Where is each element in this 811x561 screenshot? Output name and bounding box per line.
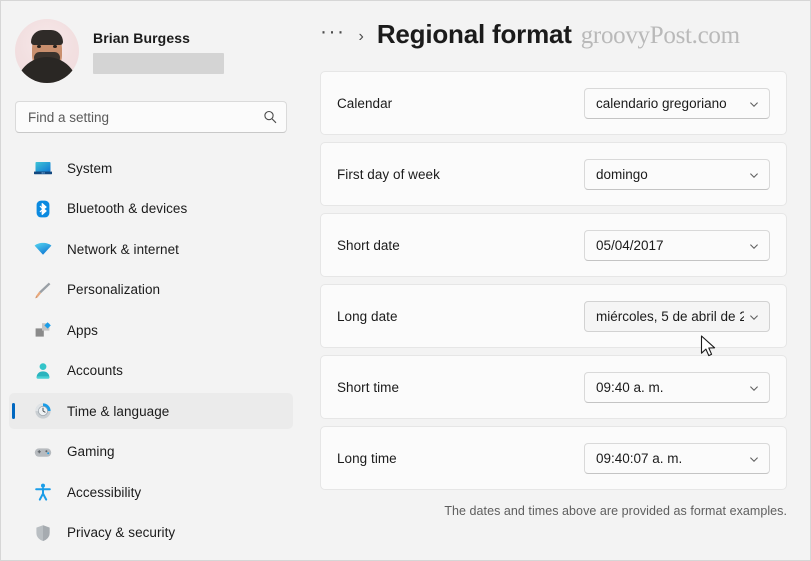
calendar-dropdown[interactable]: calendario gregoriano — [584, 87, 770, 119]
sidebar-item-privacy-security[interactable]: Privacy & security — [9, 515, 293, 551]
main-content: ··· › Regional format groovyPost.com Cal… — [301, 1, 810, 560]
sidebar-nav: System Bluetooth & devices Network & int… — [1, 150, 301, 551]
accessibility-icon — [33, 482, 53, 502]
sidebar: Brian Burgess Find a setting System Blue… — [1, 1, 301, 560]
breadcrumb: ··· › Regional format groovyPost.com — [320, 1, 787, 71]
sidebar-item-label: Accounts — [67, 363, 123, 378]
sidebar-item-gaming[interactable]: Gaming — [9, 434, 293, 470]
page-title: Regional format — [376, 19, 572, 49]
sidebar-item-bluetooth-devices[interactable]: Bluetooth & devices — [9, 191, 293, 227]
chevron-right-icon: › — [358, 28, 364, 45]
setting-label: Calendar — [337, 95, 393, 111]
site-watermark: groovyPost.com — [580, 22, 740, 49]
sidebar-item-accounts[interactable]: Accounts — [9, 353, 293, 389]
dropdown-value: miércoles, 5 de abril de 2017 — [596, 308, 744, 324]
gamepad-icon — [33, 442, 53, 462]
chevron-down-icon — [748, 168, 760, 180]
bluetooth-icon — [33, 199, 53, 219]
profile-email-redacted — [93, 53, 224, 74]
search-box[interactable] — [15, 101, 287, 133]
shield-icon — [33, 523, 53, 543]
accounts-icon — [33, 361, 53, 381]
network-icon — [33, 239, 53, 259]
clock-globe-icon — [33, 401, 53, 421]
chevron-down-icon — [748, 452, 760, 464]
setting-row-short-time: Short time 09:40 a. m. — [320, 355, 787, 419]
setting-row-long-time: Long time 09:40:07 a. m. — [320, 426, 787, 490]
setting-label: Short date — [337, 237, 400, 253]
setting-label: Long date — [337, 308, 398, 324]
system-icon — [33, 158, 53, 178]
search-icon[interactable] — [262, 109, 278, 125]
sidebar-item-label: System — [67, 160, 113, 176]
sidebar-item-accessibility[interactable]: Accessibility — [9, 474, 293, 510]
sidebar-item-label: Personalization — [67, 282, 161, 297]
chevron-down-icon — [748, 381, 760, 393]
format-examples-note: The dates and times above are provided a… — [444, 504, 787, 518]
settings-list: Calendar calendario gregoriano First day… — [320, 71, 787, 490]
profile-name: Brian Burgess — [93, 30, 190, 46]
search-input[interactable] — [28, 109, 262, 125]
dropdown-value: domingo — [596, 166, 648, 182]
user-profile[interactable]: Brian Burgess — [1, 15, 301, 87]
long-time-dropdown[interactable]: 09:40:07 a. m. — [584, 442, 770, 474]
user-avatar[interactable] — [15, 19, 79, 83]
dropdown-value: 09:40 a. m. — [596, 379, 664, 395]
setting-row-long-date: Long date miércoles, 5 de abril de 2017 — [320, 284, 787, 348]
profile-text: Brian Burgess — [93, 28, 224, 74]
breadcrumb-overflow-icon[interactable]: ··· — [320, 21, 345, 42]
sidebar-item-label: Privacy & security — [67, 525, 176, 540]
sidebar-item-system[interactable]: System — [9, 150, 293, 186]
dropdown-value: 05/04/2017 — [596, 237, 664, 253]
settings-window: Brian Burgess Find a setting System Blue… — [0, 0, 811, 561]
first-day-of-week-dropdown[interactable]: domingo — [584, 158, 770, 190]
sidebar-item-label: Gaming — [67, 444, 115, 459]
sidebar-item-time-language[interactable]: Time & language — [9, 393, 293, 429]
setting-label: Long time — [337, 450, 397, 466]
sidebar-item-label: Apps — [67, 322, 98, 338]
long-date-dropdown[interactable]: miércoles, 5 de abril de 2017 — [584, 300, 770, 332]
setting-label: First day of week — [337, 166, 440, 182]
apps-icon — [33, 320, 53, 340]
sidebar-item-label: Bluetooth & devices — [67, 201, 188, 216]
sidebar-item-personalization[interactable]: Personalization — [9, 272, 293, 308]
sidebar-item-label: Accessibility — [67, 484, 142, 500]
chevron-down-icon — [748, 239, 760, 251]
dropdown-value: 09:40:07 a. m. — [596, 450, 683, 466]
sidebar-item-label: Time & language — [67, 403, 170, 419]
sidebar-item-apps[interactable]: Apps — [9, 312, 293, 348]
chevron-down-icon — [748, 310, 760, 322]
setting-row-short-date: Short date 05/04/2017 — [320, 213, 787, 277]
sidebar-item-network-internet[interactable]: Network & internet — [9, 231, 293, 267]
setting-row-first-day-of-week: First day of week domingo — [320, 142, 787, 206]
chevron-down-icon — [748, 97, 760, 109]
short-date-dropdown[interactable]: 05/04/2017 — [584, 229, 770, 261]
sidebar-item-label: Network & internet — [67, 241, 179, 257]
setting-row-calendar: Calendar calendario gregoriano — [320, 71, 787, 135]
short-time-dropdown[interactable]: 09:40 a. m. — [584, 371, 770, 403]
setting-label: Short time — [337, 379, 400, 395]
paintbrush-icon — [33, 280, 53, 300]
dropdown-value: calendario gregoriano — [596, 95, 727, 111]
